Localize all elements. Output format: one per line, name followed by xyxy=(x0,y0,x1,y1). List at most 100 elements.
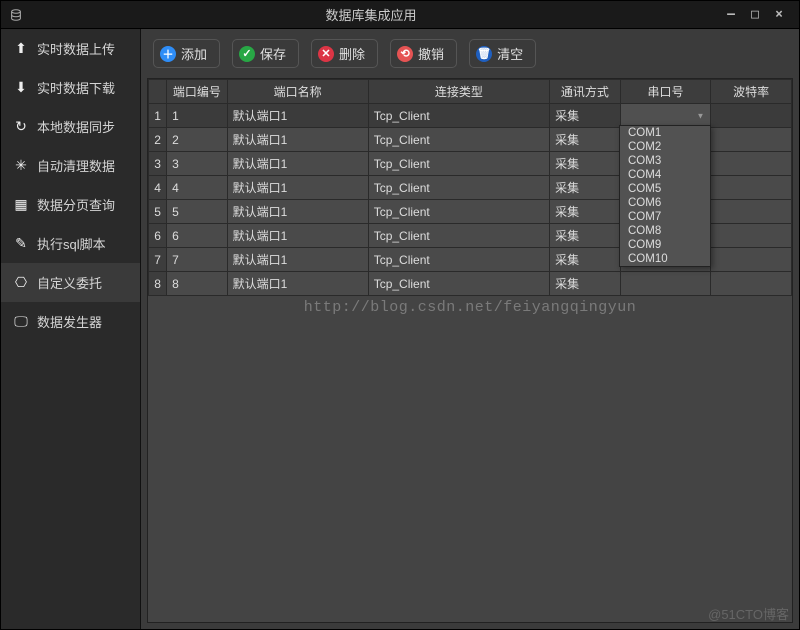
script-icon: ✎ xyxy=(13,236,29,252)
table-cell[interactable]: 采集 xyxy=(550,224,621,248)
table-cell[interactable]: 采集 xyxy=(550,176,621,200)
table-cell[interactable]: 3 xyxy=(167,152,227,176)
table-cell[interactable]: 默认端口1 xyxy=(227,248,368,272)
table-icon: ▦ xyxy=(13,197,29,213)
table-cell[interactable]: 采集 xyxy=(550,128,621,152)
button-label: 保存 xyxy=(260,44,286,63)
col-header[interactable]: 串口号 xyxy=(620,80,711,104)
table-cell[interactable]: Tcp_Client xyxy=(368,176,549,200)
dropdown-option[interactable]: COM5 xyxy=(620,182,710,196)
undo-icon: ⟲ xyxy=(397,46,413,62)
sidebar-item-upload[interactable]: ⬆ 实时数据上传 xyxy=(1,29,140,68)
table-cell[interactable] xyxy=(711,272,792,296)
table-cell[interactable]: Tcp_Client xyxy=(368,224,549,248)
table-cell[interactable]: Tcp_Client xyxy=(368,152,549,176)
dropdown-option[interactable]: COM9 xyxy=(620,238,710,252)
dropdown-option[interactable]: COM3 xyxy=(620,154,710,168)
table-cell[interactable] xyxy=(711,152,792,176)
table-cell[interactable]: 默认端口1 xyxy=(227,104,368,128)
table-cell[interactable]: Tcp_Client xyxy=(368,248,549,272)
table-cell[interactable] xyxy=(711,104,792,128)
table-cell[interactable]: Tcp_Client xyxy=(368,128,549,152)
table-row[interactable]: 88默认端口1Tcp_Client采集 xyxy=(149,272,792,296)
clear-button[interactable]: 🗑 清空 xyxy=(469,39,536,68)
maximize-button[interactable]: □ xyxy=(743,5,767,25)
sidebar-item-sync[interactable]: ↻ 本地数据同步 xyxy=(1,107,140,146)
table-cell[interactable]: 采集 xyxy=(550,200,621,224)
dropdown-option[interactable]: COM1 xyxy=(620,126,710,140)
table-row[interactable]: 11默认端口1Tcp_Client采集▼ xyxy=(149,104,792,128)
trash-icon: ✳ xyxy=(13,158,29,174)
undo-button[interactable]: ⟲ 撤销 xyxy=(390,39,457,68)
check-icon: ✓ xyxy=(239,46,255,62)
button-label: 清空 xyxy=(497,44,523,63)
table-cell[interactable]: 7 xyxy=(167,248,227,272)
table-cell[interactable]: Tcp_Client xyxy=(368,272,549,296)
sidebar-item-download[interactable]: ⬇ 实时数据下载 xyxy=(1,68,140,107)
table-cell[interactable] xyxy=(711,200,792,224)
sync-icon: ↻ xyxy=(13,119,29,135)
close-button[interactable]: × xyxy=(767,5,791,25)
table-cell[interactable]: 默认端口1 xyxy=(227,272,368,296)
col-header[interactable]: 端口编号 xyxy=(167,80,227,104)
table-cell[interactable]: 6 xyxy=(167,224,227,248)
window-title: 数据库集成应用 xyxy=(23,5,719,24)
table-cell[interactable]: 2 xyxy=(167,128,227,152)
button-label: 撤销 xyxy=(418,44,444,63)
minimize-button[interactable]: – xyxy=(719,5,743,25)
table-cell[interactable]: Tcp_Client xyxy=(368,104,549,128)
table-cell[interactable]: 5 xyxy=(167,200,227,224)
dropdown-option[interactable]: COM10 xyxy=(620,252,710,266)
table-cell[interactable]: 默认端口1 xyxy=(227,224,368,248)
plus-icon: ＋ xyxy=(160,46,176,62)
table-cell[interactable]: 默认端口1 xyxy=(227,152,368,176)
col-header[interactable]: 端口名称 xyxy=(227,80,368,104)
sidebar-item-label: 执行sql脚本 xyxy=(37,234,106,253)
table-cell[interactable] xyxy=(711,248,792,272)
dropdown-option[interactable]: COM6 xyxy=(620,196,710,210)
row-header: 2 xyxy=(149,128,167,152)
table-cell[interactable]: 采集 xyxy=(550,152,621,176)
content-area: ＋ 添加 ✓ 保存 ✕ 删除 ⟲ 撤销 🗑 清空 xyxy=(141,29,799,629)
sidebar-item-sql[interactable]: ✎ 执行sql脚本 xyxy=(1,224,140,263)
clear-icon: 🗑 xyxy=(476,46,492,62)
table-cell[interactable] xyxy=(711,224,792,248)
table-cell[interactable] xyxy=(620,272,711,296)
col-header[interactable]: 波特率 xyxy=(711,80,792,104)
table-cell[interactable]: 4 xyxy=(167,176,227,200)
sidebar-item-label: 本地数据同步 xyxy=(37,117,115,136)
col-header[interactable]: 通讯方式 xyxy=(550,80,621,104)
dropdown-option[interactable]: COM7 xyxy=(620,210,710,224)
com-dropdown[interactable]: COM1COM2COM3COM4COM5COM6COM7COM8COM9COM1… xyxy=(619,125,711,267)
dropdown-option[interactable]: COM4 xyxy=(620,168,710,182)
save-button[interactable]: ✓ 保存 xyxy=(232,39,299,68)
sidebar-item-label: 实时数据上传 xyxy=(37,39,115,58)
com-combo-cell[interactable]: ▼ xyxy=(620,104,711,128)
sidebar: ⬆ 实时数据上传 ⬇ 实时数据下载 ↻ 本地数据同步 ✳ 自动清理数据 ▦ 数据… xyxy=(1,29,141,629)
row-header: 3 xyxy=(149,152,167,176)
table-cell[interactable] xyxy=(711,176,792,200)
app-icon xyxy=(9,8,23,22)
table-cell[interactable]: 默认端口1 xyxy=(227,200,368,224)
add-button[interactable]: ＋ 添加 xyxy=(153,39,220,68)
dropdown-option[interactable]: COM2 xyxy=(620,140,710,154)
table-cell[interactable] xyxy=(711,128,792,152)
table-cell[interactable]: 采集 xyxy=(550,104,621,128)
sidebar-item-clean[interactable]: ✳ 自动清理数据 xyxy=(1,146,140,185)
table-cell[interactable]: 采集 xyxy=(550,248,621,272)
table-cell[interactable]: 1 xyxy=(167,104,227,128)
table-cell[interactable]: Tcp_Client xyxy=(368,200,549,224)
col-header[interactable]: 连接类型 xyxy=(368,80,549,104)
table-cell[interactable]: 默认端口1 xyxy=(227,176,368,200)
table-cell[interactable]: 采集 xyxy=(550,272,621,296)
table-cell[interactable]: 默认端口1 xyxy=(227,128,368,152)
sidebar-item-query[interactable]: ▦ 数据分页查询 xyxy=(1,185,140,224)
sidebar-item-label: 数据分页查询 xyxy=(37,195,115,214)
sidebar-item-generator[interactable]: 🖵 数据发生器 xyxy=(1,302,140,341)
row-header: 8 xyxy=(149,272,167,296)
table-cell[interactable]: 8 xyxy=(167,272,227,296)
button-label: 添加 xyxy=(181,44,207,63)
delete-button[interactable]: ✕ 删除 xyxy=(311,39,378,68)
sidebar-item-delegate[interactable]: ⎔ 自定义委托 xyxy=(1,263,140,302)
dropdown-option[interactable]: COM8 xyxy=(620,224,710,238)
